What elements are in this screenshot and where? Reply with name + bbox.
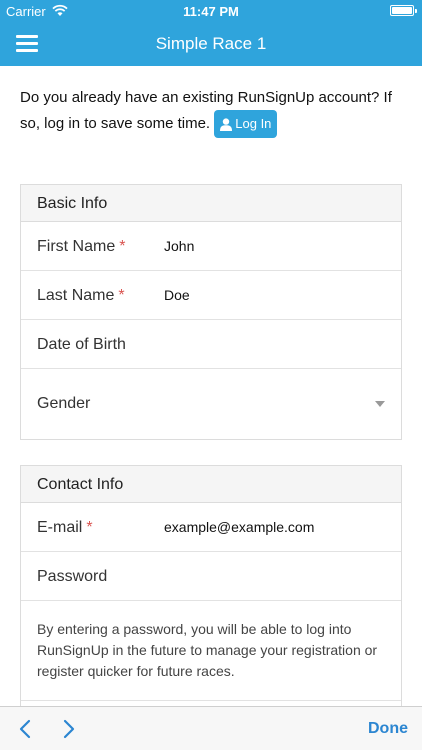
clock: 11:47 PM [183, 4, 239, 19]
page-title: Simple Race 1 [155, 34, 267, 53]
gender-select[interactable]: Gender [21, 369, 401, 439]
basic-info-heading: Basic Info [21, 185, 401, 222]
battery-icon [390, 5, 417, 16]
login-button[interactable]: Log In [214, 110, 278, 138]
email-field[interactable]: E-mail * example@example.com [21, 503, 401, 552]
contact-info-panel: Contact Info E-mail * example@example.com… [20, 465, 402, 706]
login-prompt: Do you already have an existing RunSignU… [20, 86, 405, 138]
nav-bar: Simple Race 1 [0, 22, 422, 66]
chevron-down-icon [375, 401, 385, 407]
login-button-label: Log In [235, 116, 272, 131]
contact-info-heading: Contact Info [21, 466, 401, 503]
last-name-label: Last Name * [37, 287, 125, 304]
first-name-label: First Name * [37, 238, 126, 255]
email-label: E-mail * [37, 519, 93, 536]
date-of-birth-label: Date of Birth [37, 336, 126, 353]
password-field[interactable]: Password [21, 552, 401, 601]
password-label: Password [37, 568, 108, 585]
login-prompt-text: Do you already have an existing RunSignU… [20, 89, 392, 132]
basic-info-panel: Basic Info First Name * John Last Name * D… [20, 184, 402, 440]
user-icon [220, 117, 233, 131]
first-name-input[interactable]: John [164, 238, 194, 254]
done-button[interactable]: Done [368, 720, 408, 738]
password-help-text: By entering a password, you will be able… [37, 621, 378, 679]
gender-label: Gender [37, 395, 91, 412]
required-marker: * [118, 287, 125, 304]
registration-form: Do you already have an existing RunSignU… [0, 66, 422, 706]
required-marker: * [119, 238, 126, 255]
email-input[interactable]: example@example.com [164, 519, 314, 535]
forward-arrow-icon[interactable] [58, 718, 78, 740]
last-name-input[interactable]: Doe [164, 287, 190, 303]
date-of-birth-field[interactable]: Date of Birth [21, 320, 401, 369]
last-name-field[interactable]: Last Name * Doe [21, 271, 401, 320]
required-marker: * [86, 519, 93, 536]
first-name-field[interactable]: First Name * John [21, 222, 401, 271]
back-arrow-icon[interactable] [16, 718, 36, 740]
password-help: By entering a password, you will be able… [21, 601, 401, 701]
status-bar: Carrier 11:47 PM [0, 0, 422, 22]
keyboard-toolbar: Done [0, 706, 422, 750]
